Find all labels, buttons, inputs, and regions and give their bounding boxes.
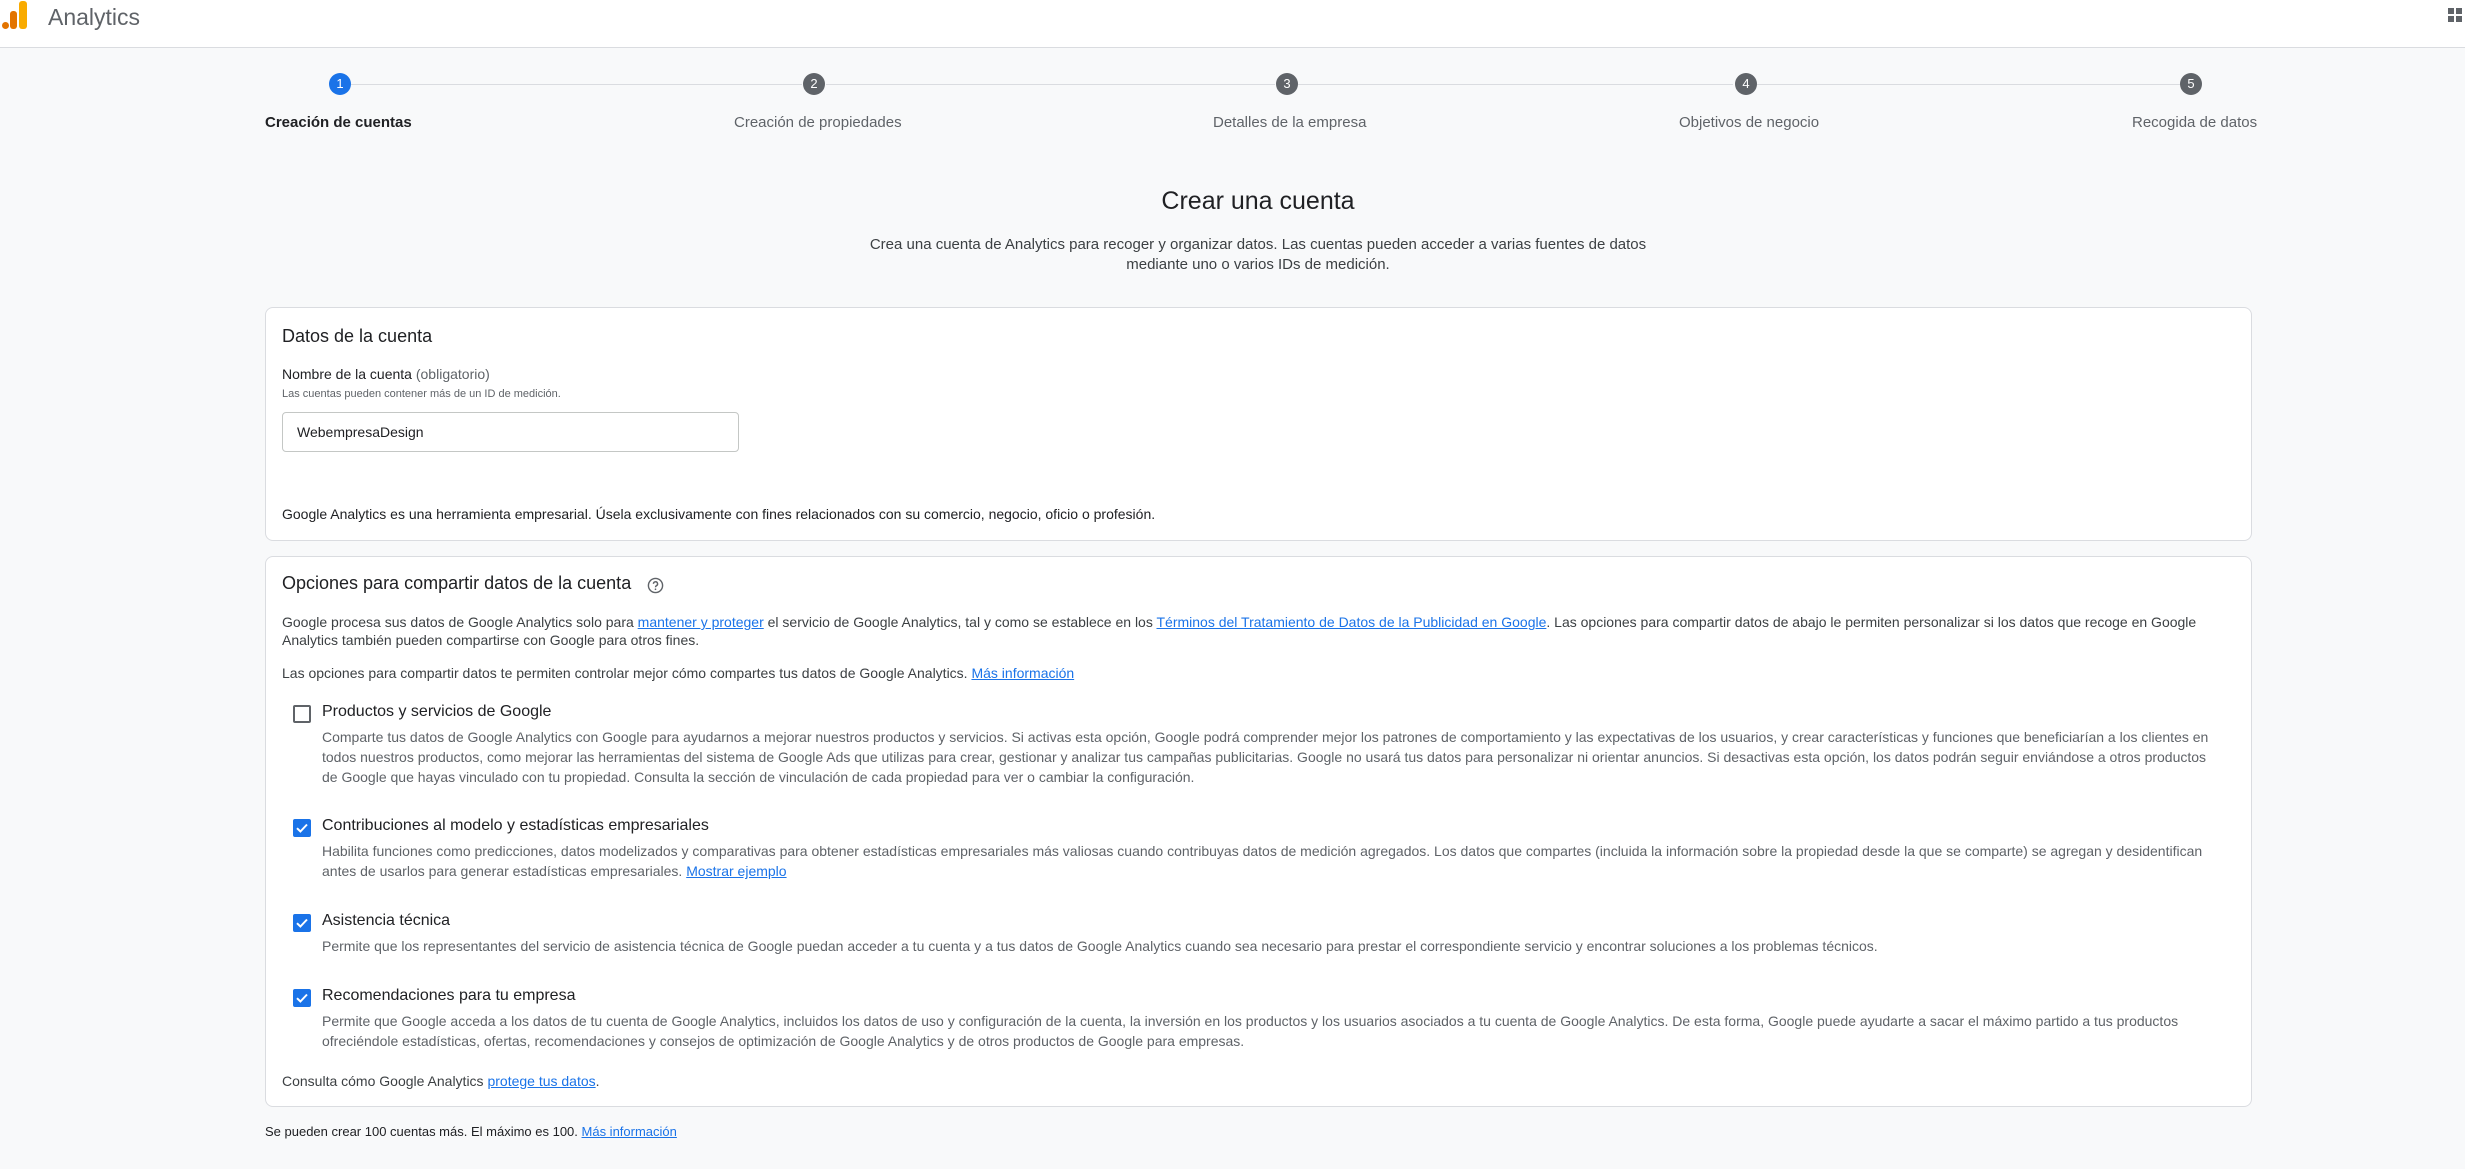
maintain-protect-link[interactable]: mantener y proteger <box>638 614 764 630</box>
option-description: Permite que los representantes del servi… <box>322 938 1878 954</box>
option-description: Habilita funciones como predicciones, da… <box>322 841 2222 881</box>
step-2-indicator: 2 <box>803 73 825 95</box>
data-processing-intro: Google procesa sus datos de Google Analy… <box>282 613 2232 649</box>
step-connector <box>826 84 1275 85</box>
check-icon <box>296 918 308 928</box>
step-2-label: Creación de propiedades <box>734 114 902 131</box>
step-5-indicator: 5 <box>2180 73 2202 95</box>
account-limit-more-info-link[interactable]: Más información <box>582 1124 677 1139</box>
business-use-note: Google Analytics es una herramienta empr… <box>282 506 1156 522</box>
step-5-label: Recogida de datos <box>2132 114 2258 131</box>
protect-text: Consulta cómo Google Analytics <box>282 1073 488 1089</box>
step-connector <box>1298 84 1733 85</box>
technical-support-checkbox[interactable] <box>293 914 311 932</box>
step-4-label: Objetivos de negocio <box>1679 114 1820 131</box>
step-connector <box>351 84 802 85</box>
data-processing-terms-link[interactable]: Términos del Tratamiento de Datos de la … <box>1156 614 1546 630</box>
required-indicator: (obligatorio) <box>415 366 490 382</box>
option-model-contributions: Contribuciones al modelo y estadísticas … <box>282 817 2232 879</box>
account-name-input[interactable] <box>282 412 739 452</box>
step-4-indicator: 4 <box>1735 73 1757 95</box>
account-name-label-text: Nombre de la cuenta <box>282 366 412 382</box>
option-recommendations: Recomendaciones para tu empresa Permite … <box>282 987 2232 1049</box>
option-title: Recomendaciones para tu empresa <box>322 987 576 1004</box>
option-technical-support: Asistencia técnica Permite que los repre… <box>282 912 2232 954</box>
setup-stepper: 1 Creación de cuentas 2 Creación de prop… <box>0 48 2465 148</box>
account-name-hint: Las cuentas pueden contener más de un ID… <box>282 388 561 400</box>
account-details-card: Datos de la cuenta Nombre de la cuenta (… <box>265 307 2252 541</box>
control-text: Las opciones para compartir datos te per… <box>282 665 972 681</box>
option-title: Contribuciones al modelo y estadísticas … <box>322 817 709 834</box>
step-3-indicator: 3 <box>1276 73 1298 95</box>
help-icon[interactable] <box>647 577 664 594</box>
show-example-link[interactable]: Mostrar ejemplo <box>686 863 786 879</box>
apps-grid-icon[interactable] <box>2448 6 2465 26</box>
recommendations-checkbox[interactable] <box>293 989 311 1007</box>
analytics-logo[interactable] <box>2 1 30 29</box>
protect-data-link[interactable]: protege tus datos <box>487 1073 595 1089</box>
account-limit-note: Se pueden crear 100 cuentas más. El máxi… <box>265 1124 677 1139</box>
top-bar: Analytics <box>0 0 2465 48</box>
account-details-title: Datos de la cuenta <box>282 326 433 346</box>
step-1-label: Creación de cuentas <box>265 114 412 131</box>
option-title: Asistencia técnica <box>322 912 451 929</box>
account-limit-text: Se pueden crear 100 cuentas más. El máxi… <box>265 1124 582 1139</box>
step-3-label: Detalles de la empresa <box>1213 114 1367 131</box>
option-google-products: Productos y servicios de Google Comparte… <box>282 703 2232 793</box>
step-1-indicator: 1 <box>329 73 351 95</box>
sharing-control-text: Las opciones para compartir datos te per… <box>282 664 2232 682</box>
check-icon <box>296 993 308 1003</box>
option-description: Permite que Google acceda a los datos de… <box>322 1013 2179 1049</box>
option-title: Productos y servicios de Google <box>322 703 552 720</box>
step-connector <box>1757 84 2182 85</box>
account-name-label: Nombre de la cuenta (obligatorio) <box>282 366 490 382</box>
option-description: Comparte tus datos de Google Analytics c… <box>322 729 2209 785</box>
data-sharing-card: Opciones para compartir datos de la cuen… <box>265 556 2252 1107</box>
app-title: Analytics <box>48 4 141 30</box>
protect-end: . <box>595 1073 600 1089</box>
page-description: Crea una cuenta de Analytics para recoge… <box>869 236 1647 273</box>
intro-text-2: el servicio de Google Analytics, tal y c… <box>763 614 1157 630</box>
more-info-link[interactable]: Más información <box>971 665 1074 681</box>
intro-text-1: Google procesa sus datos de Google Analy… <box>282 614 638 630</box>
data-protection-note: Consulta cómo Google Analytics protege t… <box>282 1072 2232 1090</box>
model-contributions-checkbox[interactable] <box>293 819 311 837</box>
google-products-checkbox[interactable] <box>293 705 311 723</box>
data-sharing-title: Opciones para compartir datos de la cuen… <box>282 573 632 593</box>
page-title: Crear una cuenta <box>1161 187 1355 215</box>
check-icon <box>296 823 308 833</box>
option-description-text: Habilita funciones como predicciones, da… <box>322 843 2203 879</box>
